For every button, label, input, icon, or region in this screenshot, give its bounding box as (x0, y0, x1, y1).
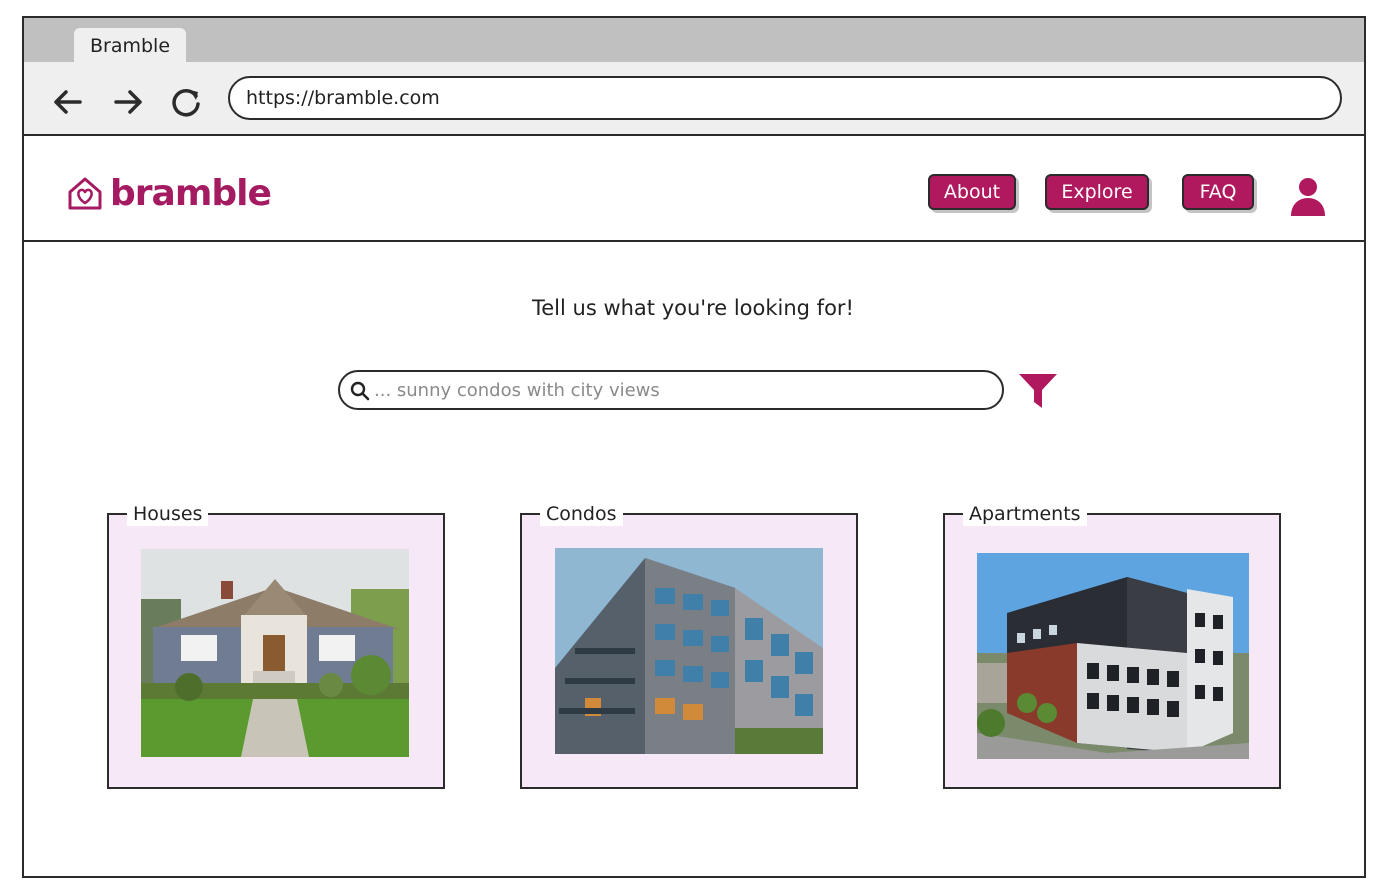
site-header: bramble About Explore FAQ (24, 136, 1364, 242)
category-card-apartments[interactable]: Apartments (943, 502, 1281, 789)
reload-icon[interactable] (168, 84, 204, 120)
url-bar[interactable]: https://bramble.com (228, 76, 1342, 120)
logo-wordmark: bramble (110, 173, 272, 214)
search-bar[interactable] (338, 370, 1004, 410)
nav-about-button[interactable]: About (928, 174, 1016, 210)
house-photo (141, 549, 409, 757)
condo-building-photo (555, 548, 823, 754)
category-card-condos[interactable]: Condos (520, 502, 858, 789)
nav-faq-button[interactable]: FAQ (1182, 174, 1254, 210)
filter-funnel-icon[interactable] (1018, 372, 1058, 410)
search-input[interactable] (374, 372, 974, 408)
category-card-houses[interactable]: Houses (107, 502, 445, 789)
browser-toolbar: https://bramble.com (24, 62, 1364, 136)
bramble-logo[interactable]: bramble (66, 173, 272, 214)
nav-explore-button[interactable]: Explore (1045, 174, 1149, 210)
card-label: Condos (540, 502, 623, 526)
apartment-building-photo (977, 553, 1249, 759)
tab-strip: Bramble (24, 18, 1364, 62)
card-label: Houses (127, 502, 209, 526)
browser-tab[interactable]: Bramble (74, 28, 186, 62)
card-label: Apartments (963, 502, 1087, 526)
search-prompt: Tell us what you're looking for! (532, 296, 854, 320)
search-icon (350, 381, 370, 401)
house-heart-icon (68, 177, 102, 210)
forward-arrow-icon[interactable] (110, 84, 146, 120)
back-arrow-icon[interactable] (50, 84, 86, 120)
user-icon[interactable] (1288, 176, 1328, 216)
